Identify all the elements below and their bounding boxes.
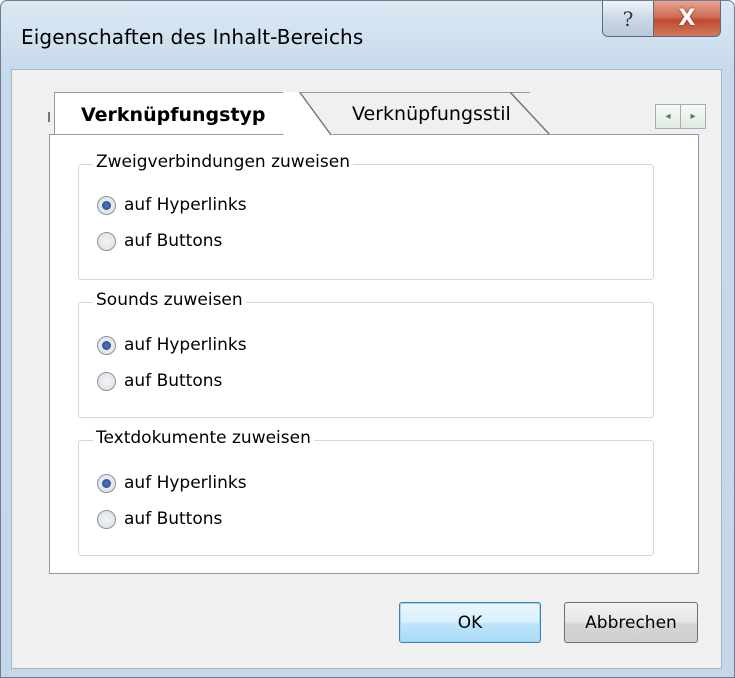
radio-sounds-buttons[interactable]: auf Buttons [97, 371, 222, 391]
group-label: Zweigverbindungen zuweisen [93, 152, 353, 172]
tab-label: Verknüpfungsstil [352, 102, 511, 125]
help-icon: ? [622, 6, 634, 31]
group-label: Sounds zuweisen [93, 290, 246, 310]
radio-label: auf Hyperlinks [124, 195, 247, 215]
arrow-right-icon: ▸ [690, 111, 696, 122]
group-label: Textdokumente zuweisen [93, 428, 314, 448]
help-button[interactable]: ? [602, 1, 654, 37]
radio-text-buttons[interactable]: auf Buttons [97, 509, 222, 529]
radio-label: auf Hyperlinks [124, 335, 247, 355]
tab-verknuepfungstyp[interactable]: Verknüpfungstyp [54, 92, 300, 137]
radio-text-hyperlinks[interactable]: auf Hyperlinks [97, 473, 247, 493]
radio-unchecked-icon [97, 509, 116, 529]
title-bar: Eigenschaften des Inhalt-Bereichs ? X [1, 1, 734, 69]
radio-label: auf Buttons [124, 509, 223, 529]
radio-checked-icon [97, 473, 116, 493]
tab-scroll-control: ◂ ▸ [655, 104, 706, 129]
group-textdokumente: Textdokumente zuweisen auf Hyperlinks au… [78, 428, 654, 556]
radio-zweig-hyperlinks[interactable]: auf Hyperlinks [97, 195, 247, 215]
radio-label: auf Buttons [124, 371, 223, 391]
cancel-button[interactable]: Abbrechen [564, 602, 698, 643]
dialog-client-area: Verknüpfungsstil Verknüpfungstyp ◂ ▸ Zwe… [11, 69, 722, 669]
ok-button[interactable]: OK [399, 602, 541, 643]
radio-label: auf Hyperlinks [124, 473, 247, 493]
tab-overflow-edge [48, 112, 50, 122]
arrow-left-icon: ◂ [665, 111, 671, 122]
tab-edge-inactive [510, 92, 551, 136]
group-sounds: Sounds zuweisen auf Hyperlinks auf Butto… [78, 290, 654, 418]
tab-strip: Verknüpfungsstil Verknüpfungstyp ◂ ▸ [40, 88, 710, 138]
tab-scroll-right-button[interactable]: ▸ [681, 105, 705, 128]
tab-label: Verknüpfungstyp [81, 104, 266, 126]
radio-checked-icon [97, 195, 116, 215]
tab-panel: Zweigverbindungen zuweisen auf Hyperlink… [49, 134, 699, 574]
radio-zweig-buttons[interactable]: auf Buttons [97, 231, 222, 251]
close-button[interactable]: X [653, 1, 721, 37]
radio-checked-icon [97, 335, 116, 355]
group-zweigverbindungen: Zweigverbindungen zuweisen auf Hyperlink… [78, 152, 654, 280]
dialog-window: Eigenschaften des Inhalt-Bereichs ? X Ve… [0, 0, 735, 678]
close-icon: X [678, 6, 696, 31]
tab-scroll-left-button[interactable]: ◂ [656, 105, 681, 128]
radio-unchecked-icon [97, 231, 116, 251]
window-title: Eigenschaften des Inhalt-Bereichs [21, 25, 364, 49]
radio-sounds-hyperlinks[interactable]: auf Hyperlinks [97, 335, 247, 355]
radio-label: auf Buttons [124, 231, 223, 251]
tab-edge-active [283, 92, 334, 136]
radio-unchecked-icon [97, 371, 116, 391]
